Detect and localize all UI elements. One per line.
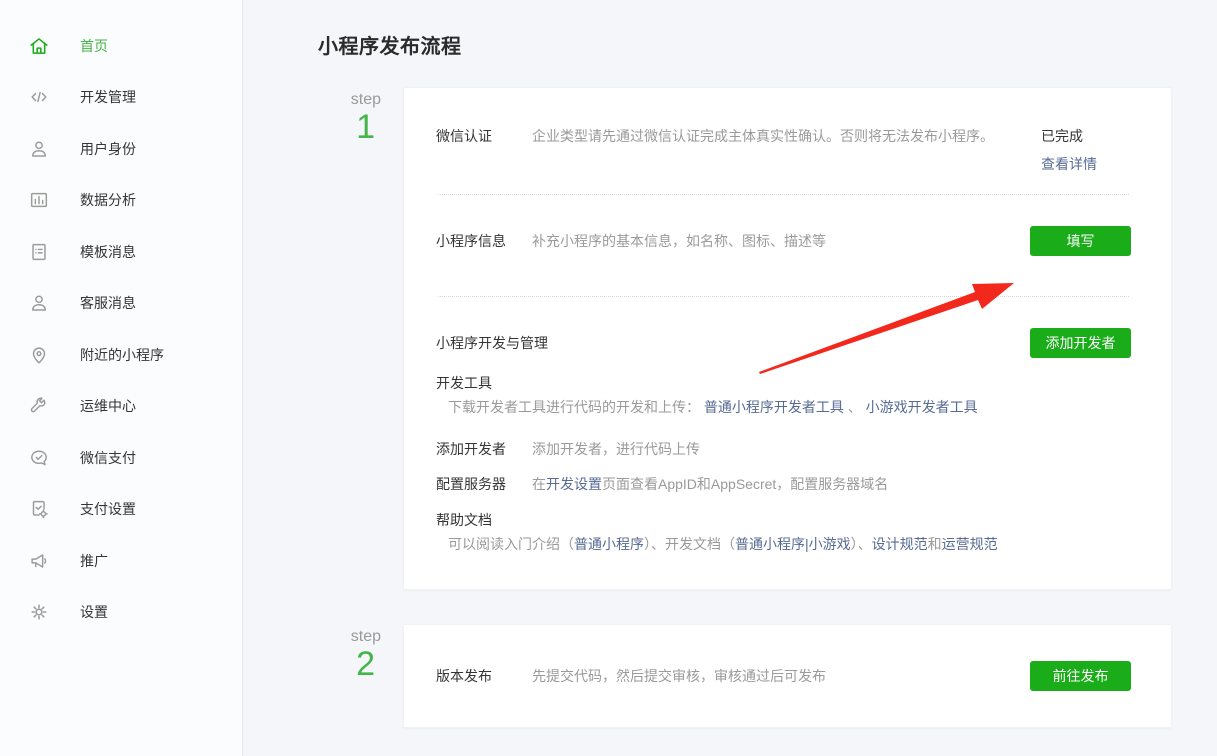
config-server-label: 配置服务器	[436, 474, 532, 495]
config-server-row: 配置服务器 在开发设置页面查看AppID和AppSecret，配置服务器域名	[436, 474, 1131, 495]
sidebar-item-label: 开发管理	[80, 87, 136, 107]
pay-settings-icon	[28, 498, 50, 520]
sidebar-item-label: 微信支付	[80, 448, 136, 468]
dotted-divider	[438, 296, 1129, 297]
sidebar-item-label: 设置	[80, 602, 108, 622]
minigame-devtool-link[interactable]: 小游戏开发者工具	[866, 399, 978, 415]
sidebar-item-label: 客服消息	[80, 293, 136, 313]
step2-section: step 2 版本发布 先提交代码，然后提交审核，审核通过后可发布 前往发布	[318, 624, 1172, 728]
fill-in-button[interactable]: 填写	[1030, 226, 1131, 256]
wechat-verify-label: 微信认证	[436, 126, 532, 147]
sidebar-item-label: 推广	[80, 551, 108, 571]
step-word: step	[318, 628, 381, 646]
config-server-desc: 在开发设置页面查看AppID和AppSecret，配置服务器域名	[532, 474, 888, 495]
sidebar-item-dev-manage[interactable]: 开发管理	[0, 72, 242, 124]
sidebar-item-customer-service[interactable]: 客服消息	[0, 278, 242, 330]
sidebar-item-label: 用户身份	[80, 139, 136, 159]
dev-tools-line: 下载开发者工具进行代码的开发和上传： 普通小程序开发者工具 、 小游戏开发者工具	[436, 397, 1131, 418]
sidebar: 首页 开发管理 用户身份 数据分析 模板消息 客服消息 附近的小	[0, 0, 243, 756]
wrench-icon	[28, 395, 50, 417]
mp-info-label: 小程序信息	[436, 231, 532, 252]
verify-status-block: 已完成 查看详情	[1041, 126, 1131, 174]
sidebar-item-promotion[interactable]: 推广	[0, 535, 242, 587]
help-doc-title: 帮助文档	[436, 510, 1131, 531]
dev-tools-block: 开发工具 下载开发者工具进行代码的开发和上传： 普通小程序开发者工具 、 小游戏…	[436, 373, 1131, 418]
dev-manage-label: 小程序开发与管理	[436, 333, 548, 354]
server-desc-pre: 在	[532, 476, 546, 492]
help-text: 可以阅读入门介绍（	[448, 536, 574, 552]
link-separator: 、	[844, 399, 866, 415]
sidebar-item-label: 支付设置	[80, 499, 136, 519]
step-number: 2	[318, 646, 381, 683]
sidebar-item-ops-center[interactable]: 运维中心	[0, 381, 242, 433]
dotted-divider	[438, 194, 1129, 195]
step1-section: step 1 微信认证 企业类型请先通过微信认证完成主体真实性确认。否则将无法发…	[318, 87, 1172, 590]
sidebar-item-label: 数据分析	[80, 190, 136, 210]
devdoc-link[interactable]: 普通小程序|小游戏	[735, 536, 851, 552]
code-icon	[28, 86, 50, 108]
go-release-button[interactable]: 前往发布	[1030, 661, 1131, 691]
mp-info-desc: 补充小程序的基本信息，如名称、图标、描述等	[532, 231, 836, 252]
chat-check-icon	[28, 447, 50, 469]
sidebar-item-label: 附近的小程序	[80, 345, 164, 365]
sidebar-item-nearby-miniprogram[interactable]: 附近的小程序	[0, 329, 242, 381]
version-release-desc: 先提交代码，然后提交审核，审核通过后可发布	[532, 666, 836, 687]
sidebar-item-settings[interactable]: 设置	[0, 587, 242, 639]
add-developer-row: 添加开发者 添加开发者，进行代码上传	[436, 439, 1131, 460]
version-release-label: 版本发布	[436, 666, 532, 687]
wechat-verify-desc: 企业类型请先通过微信认证完成主体真实性确认。否则将无法发布小程序。	[532, 126, 1004, 147]
sidebar-item-label: 运维中心	[80, 396, 136, 416]
megaphone-icon	[28, 550, 50, 572]
help-text: ）、开发文档（	[644, 536, 735, 552]
dev-settings-link[interactable]: 开发设置	[546, 476, 602, 492]
bar-chart-icon	[28, 189, 50, 211]
add-developer-button[interactable]: 添加开发者	[1030, 328, 1131, 358]
design-spec-link[interactable]: 设计规范	[872, 536, 928, 552]
step2-card: 版本发布 先提交代码，然后提交审核，审核通过后可发布 前往发布	[403, 624, 1172, 728]
help-text: 和	[928, 536, 942, 552]
wechat-verify-row: 微信认证 企业类型请先通过微信认证完成主体真实性确认。否则将无法发布小程序。 已…	[436, 126, 1131, 174]
location-pin-icon	[28, 344, 50, 366]
help-text: ）、	[851, 536, 872, 552]
step1-indicator: step 1	[318, 87, 403, 590]
view-details-link[interactable]: 查看详情	[1041, 154, 1097, 174]
mp-info-row: 小程序信息 补充小程序的基本信息，如名称、图标、描述等 填写	[436, 226, 1131, 256]
step2-indicator: step 2	[318, 624, 403, 728]
help-doc-line: 可以阅读入门介绍（普通小程序）、开发文档（普通小程序|小游戏）、设计规范和运营规…	[436, 534, 1131, 555]
add-developer-desc: 添加开发者，进行代码上传	[532, 439, 700, 460]
sidebar-item-wechat-pay[interactable]: 微信支付	[0, 432, 242, 484]
sidebar-item-label: 模板消息	[80, 242, 136, 262]
gear-icon	[28, 601, 50, 623]
miniprogram-devtool-link[interactable]: 普通小程序开发者工具	[704, 399, 844, 415]
sidebar-item-pay-settings[interactable]: 支付设置	[0, 484, 242, 536]
add-developer-label: 添加开发者	[436, 439, 532, 460]
customer-service-icon	[28, 292, 50, 314]
user-icon	[28, 138, 50, 160]
step-word: step	[318, 91, 381, 109]
intro-miniprogram-link[interactable]: 普通小程序	[574, 536, 644, 552]
sidebar-item-user-identity[interactable]: 用户身份	[0, 123, 242, 175]
sidebar-item-data-analysis[interactable]: 数据分析	[0, 175, 242, 227]
template-message-icon	[28, 241, 50, 263]
step1-card: 微信认证 企业类型请先通过微信认证完成主体真实性确认。否则将无法发布小程序。 已…	[403, 87, 1172, 590]
main-content: 小程序发布流程 step 1 微信认证 企业类型请先通过微信认证完成主体真实性确…	[243, 0, 1217, 756]
step-number: 1	[318, 109, 381, 146]
help-doc-block: 帮助文档 可以阅读入门介绍（普通小程序）、开发文档（普通小程序|小游戏）、设计规…	[436, 510, 1131, 555]
sidebar-item-label: 首页	[80, 36, 108, 56]
sidebar-item-home[interactable]: 首页	[0, 20, 242, 72]
dev-manage-row: 小程序开发与管理 添加开发者	[436, 328, 1131, 358]
sidebar-item-template-message[interactable]: 模板消息	[0, 226, 242, 278]
operation-spec-link[interactable]: 运营规范	[942, 536, 998, 552]
status-done: 已完成	[1041, 126, 1125, 147]
home-icon	[28, 35, 50, 57]
dev-tools-title: 开发工具	[436, 373, 1131, 394]
version-release-row: 版本发布 先提交代码，然后提交审核，审核通过后可发布 前往发布	[436, 661, 1131, 691]
page-title: 小程序发布流程	[318, 30, 1172, 59]
dev-tools-desc: 下载开发者工具进行代码的开发和上传：	[448, 399, 700, 415]
server-desc-post: 页面查看AppID和AppSecret，配置服务器域名	[602, 476, 888, 492]
